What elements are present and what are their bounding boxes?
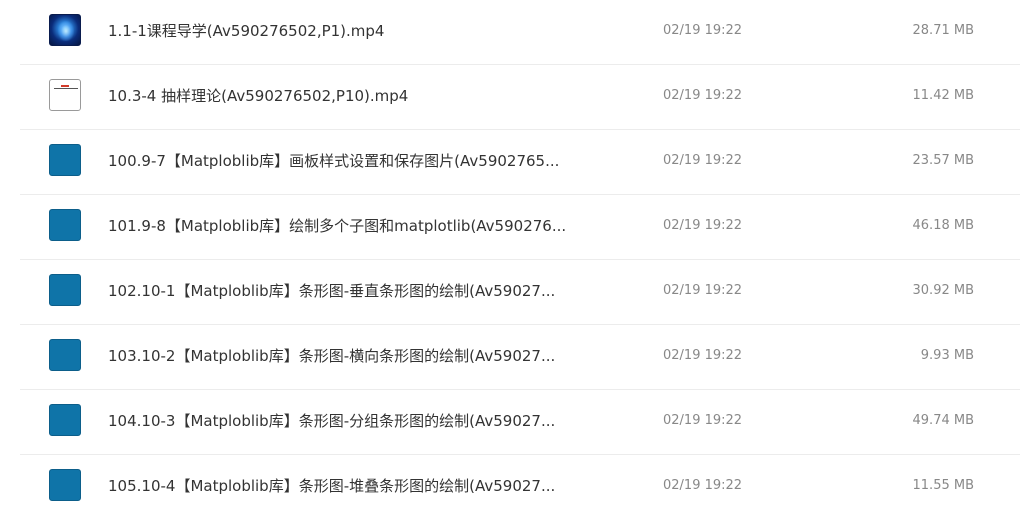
video-file-icon bbox=[49, 404, 81, 436]
file-modified-date: 02/19 19:22 bbox=[663, 88, 743, 103]
file-size: 30.92 MB bbox=[912, 283, 974, 298]
file-row[interactable]: 10.3-4 抽样理论(Av590276502,P10).mp4 02/19 1… bbox=[0, 65, 1022, 130]
file-size: 23.57 MB bbox=[912, 153, 974, 168]
file-row[interactable]: 104.10-3【Matploblib库】条形图-分组条形图的绘制(Av5902… bbox=[0, 390, 1022, 455]
file-row[interactable]: 102.10-1【Matploblib库】条形图-垂直条形图的绘制(Av5902… bbox=[0, 260, 1022, 325]
file-name: 102.10-1【Matploblib库】条形图-垂直条形图的绘制(Av5902… bbox=[108, 282, 556, 300]
file-row[interactable]: 105.10-4【Matploblib库】条形图-堆叠条形图的绘制(Av5902… bbox=[0, 455, 1022, 509]
video-file-icon bbox=[49, 339, 81, 371]
file-row[interactable]: 103.10-2【Matploblib库】条形图-横向条形图的绘制(Av5902… bbox=[0, 325, 1022, 390]
video-file-icon bbox=[49, 209, 81, 241]
file-modified-date: 02/19 19:22 bbox=[663, 413, 743, 428]
video-file-icon bbox=[49, 469, 81, 501]
file-size: 9.93 MB bbox=[920, 348, 974, 363]
file-modified-date: 02/19 19:22 bbox=[663, 348, 743, 363]
file-modified-date: 02/19 19:22 bbox=[663, 218, 743, 233]
file-name: 103.10-2【Matploblib库】条形图-横向条形图的绘制(Av5902… bbox=[108, 347, 556, 365]
video-thumbnail-icon bbox=[49, 79, 81, 111]
file-name: 104.10-3【Matploblib库】条形图-分组条形图的绘制(Av5902… bbox=[108, 412, 556, 430]
file-row[interactable]: 101.9-8【Matploblib库】绘制多个子图和matplotlib(Av… bbox=[0, 195, 1022, 260]
file-size: 11.55 MB bbox=[912, 478, 974, 493]
file-name: 101.9-8【Matploblib库】绘制多个子图和matplotlib(Av… bbox=[108, 217, 567, 235]
file-modified-date: 02/19 19:22 bbox=[663, 23, 743, 38]
file-modified-date: 02/19 19:22 bbox=[663, 478, 743, 493]
file-size: 46.18 MB bbox=[912, 218, 974, 233]
video-file-icon bbox=[49, 274, 81, 306]
file-name: 100.9-7【Matploblib库】画板样式设置和保存图片(Av590276… bbox=[108, 152, 560, 170]
file-name: 105.10-4【Matploblib库】条形图-堆叠条形图的绘制(Av5902… bbox=[108, 477, 556, 495]
file-modified-date: 02/19 19:22 bbox=[663, 283, 743, 298]
video-thumbnail-icon bbox=[49, 14, 81, 46]
file-row[interactable]: 100.9-7【Matploblib库】画板样式设置和保存图片(Av590276… bbox=[0, 130, 1022, 195]
file-modified-date: 02/19 19:22 bbox=[663, 153, 743, 168]
video-file-icon bbox=[49, 144, 81, 176]
file-list: 1.1-1课程导学(Av590276502,P1).mp4 02/19 19:2… bbox=[0, 0, 1022, 509]
file-size: 28.71 MB bbox=[912, 23, 974, 38]
file-size: 11.42 MB bbox=[912, 88, 974, 103]
file-name: 1.1-1课程导学(Av590276502,P1).mp4 bbox=[108, 22, 385, 40]
file-row[interactable]: 1.1-1课程导学(Av590276502,P1).mp4 02/19 19:2… bbox=[0, 0, 1022, 65]
file-size: 49.74 MB bbox=[912, 413, 974, 428]
file-name: 10.3-4 抽样理论(Av590276502,P10).mp4 bbox=[108, 87, 409, 105]
